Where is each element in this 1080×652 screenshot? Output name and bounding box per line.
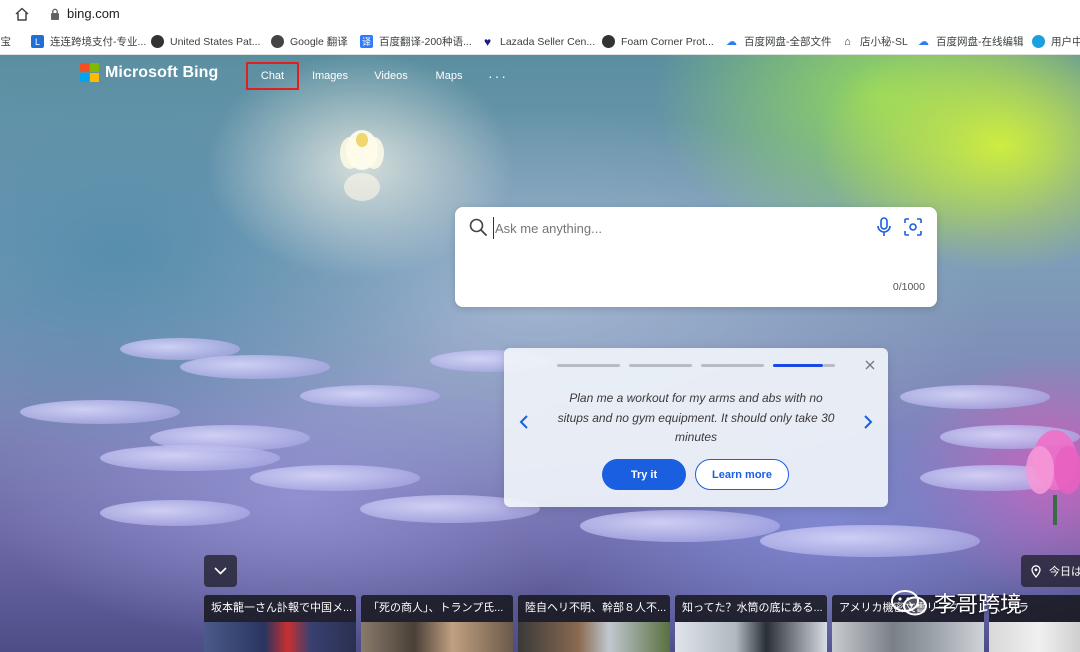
bookmark-baidu-translate[interactable]: 译 百度翻译-200种语...: [360, 33, 472, 50]
microphone-icon[interactable]: [875, 217, 893, 237]
search-icon: [469, 218, 487, 236]
nav-images[interactable]: Images: [308, 62, 352, 90]
news-card[interactable]: 坂本龍一さん訃報で中国メ...: [204, 595, 356, 652]
search-box: 0/1000: [455, 207, 937, 307]
bookmark-user-center[interactable]: 用户中: [1032, 33, 1080, 50]
url-field[interactable]: bing.com: [67, 6, 120, 21]
nav-chat[interactable]: Chat: [246, 62, 299, 90]
collapse-feed-button[interactable]: [204, 555, 237, 587]
bookmark-baidu-pan-edit[interactable]: ☁ 百度网盘-在线编辑: [917, 33, 1024, 50]
news-thumbnail: [989, 622, 1080, 652]
progress-step: [701, 364, 764, 367]
lazada-icon: ♥: [483, 34, 492, 49]
bookmark-label: 百度翻译-200种语...: [379, 36, 472, 48]
news-title: 陸自ヘリ不明、幹部８人不...: [518, 595, 670, 622]
news-card[interactable]: 「死の商人」、トランプ氏...: [361, 595, 513, 652]
bookmark-label: 店小秘-SL: [860, 36, 908, 48]
news-card[interactable]: 知ってた？水筒の底にある...: [675, 595, 827, 652]
lily-pad: [250, 465, 420, 491]
microsoft-bing-logo[interactable]: Microsoft Bing: [80, 63, 218, 82]
weather-label: 今日は: [1049, 566, 1080, 578]
progress-step-remaining: [823, 364, 835, 367]
bookmark-label: Lazada Seller Cen...: [500, 35, 596, 48]
close-icon[interactable]: [864, 359, 876, 371]
learn-more-button[interactable]: Learn more: [695, 459, 789, 490]
bookmark-label: 连连跨境支付-专业...: [50, 36, 147, 48]
dianxiaomi-icon: ⌂: [844, 35, 851, 48]
suggestion-text: Plan me a workout for my arms and abs wi…: [557, 391, 835, 444]
nav-videos[interactable]: Videos: [370, 62, 412, 90]
wechat-icon: [891, 590, 927, 616]
bookmark-baidu-pan[interactable]: ☁ 百度网盘-全部文件: [725, 33, 832, 50]
pink-lotus: [1026, 430, 1080, 525]
foam-icon: [602, 35, 615, 48]
lily-pad: [100, 445, 280, 471]
lily-pad: [580, 510, 780, 542]
news-card[interactable]: 陸自ヘリ不明、幹部８人不...: [518, 595, 670, 652]
wechat-watermark: 李哥跨境: [890, 587, 1022, 619]
bookmark-lianlian[interactable]: L 连连跨境支付-专业...: [31, 33, 146, 50]
progress-step-active: [773, 364, 823, 367]
bookmarks-bar: 淘宝 L 连连跨境支付-专业... United States Pat... G…: [0, 28, 1080, 55]
news-title: 坂本龍一さん訃報で中国メ...: [204, 595, 356, 622]
progress-step: [629, 364, 692, 367]
news-title: 知ってた？水筒の底にある...: [675, 595, 827, 622]
try-it-button[interactable]: Try it: [602, 459, 686, 490]
weather-button[interactable]: 今日は: [1021, 555, 1080, 587]
lily-pad: [20, 400, 180, 424]
baidu-translate-icon: 译: [360, 35, 373, 48]
bookmark-label: 淘宝: [0, 36, 11, 48]
user-center-icon: [1032, 35, 1045, 48]
home-icon[interactable]: [14, 6, 30, 22]
news-thumbnail: [204, 622, 356, 652]
lianlian-icon: L: [31, 35, 44, 48]
lily-pad: [300, 385, 440, 407]
bookmark-google-translate[interactable]: Google 翻译: [271, 33, 348, 50]
lily-pad: [100, 500, 250, 526]
news-thumbnail: [832, 622, 984, 652]
search-input[interactable]: [493, 217, 853, 239]
baidu-pan-icon: ☁: [918, 36, 929, 48]
lock-icon[interactable]: [50, 8, 60, 20]
bookmark-label: United States Pat...: [170, 35, 261, 48]
news-thumbnail: [518, 622, 670, 652]
chevron-down-icon: [214, 567, 227, 575]
bookmark-label: Google 翻译: [290, 36, 348, 48]
lotus-flower: [340, 130, 384, 201]
carousel-progress: [557, 364, 835, 367]
news-title: 「死の商人」、トランプ氏...: [361, 595, 513, 622]
more-menu[interactable]: ···: [484, 62, 512, 90]
location-pin-icon: [1031, 564, 1041, 578]
chevron-left-icon[interactable]: [518, 414, 530, 430]
news-thumbnail: [675, 622, 827, 652]
lily-pad: [760, 525, 980, 557]
bookmark-lazada[interactable]: ♥ Lazada Seller Cen...: [481, 33, 595, 50]
uspto-icon: [151, 35, 164, 48]
lily-pad: [900, 385, 1050, 409]
bookmark-label: Foam Corner Prot...: [621, 35, 714, 48]
bookmark-label: 百度网盘-全部文件: [744, 36, 832, 48]
bookmark-label: 用户中: [1051, 36, 1080, 48]
google-translate-icon: [271, 35, 284, 48]
bookmark-uspto[interactable]: United States Pat...: [151, 33, 260, 50]
baidu-pan-icon: ☁: [726, 36, 737, 48]
bookmark-label: 百度网盘-在线编辑: [936, 36, 1024, 48]
watermark-text: 李哥跨境: [934, 592, 1023, 617]
bookmark-dianxiaomi[interactable]: ⌂ 店小秘-SL: [841, 33, 908, 50]
microsoft-logo-icon: [80, 63, 99, 82]
news-thumbnail: [361, 622, 513, 652]
character-count: 0/1000: [892, 281, 925, 293]
browser-address-bar: bing.com: [0, 0, 1080, 28]
bing-homepage: Microsoft Bing Chat Images Videos Maps ·…: [0, 55, 1080, 652]
chat-suggestion-card: Plan me a workout for my arms and abs wi…: [504, 348, 888, 507]
bookmark-foam[interactable]: Foam Corner Prot...: [602, 33, 714, 50]
chevron-right-icon[interactable]: [862, 414, 874, 430]
nav-maps[interactable]: Maps: [432, 62, 466, 90]
lily-pad: [180, 355, 330, 379]
bookmark-taobao[interactable]: 淘宝: [0, 33, 11, 50]
progress-step: [557, 364, 620, 367]
logo-text: Microsoft Bing: [105, 63, 219, 81]
visual-search-icon[interactable]: [903, 217, 923, 237]
